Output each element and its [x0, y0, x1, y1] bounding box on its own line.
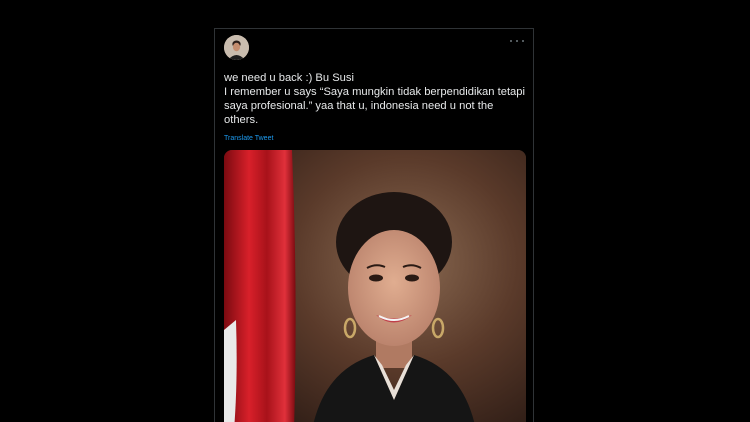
dot: [510, 40, 512, 42]
dot: [516, 40, 518, 42]
profile-avatar[interactable]: [224, 35, 249, 60]
more-options-icon[interactable]: [510, 37, 524, 45]
tweet-text: we need u back :) Bu Susi I remember u s…: [224, 72, 525, 126]
avatar-image: [224, 35, 249, 60]
portrait-image: [224, 150, 526, 422]
translate-tweet-link[interactable]: Translate Tweet: [224, 135, 273, 142]
tweet-photo[interactable]: [224, 150, 526, 422]
dot: [522, 40, 524, 42]
tweet-card: we need u back :) Bu Susi I remember u s…: [214, 28, 534, 422]
